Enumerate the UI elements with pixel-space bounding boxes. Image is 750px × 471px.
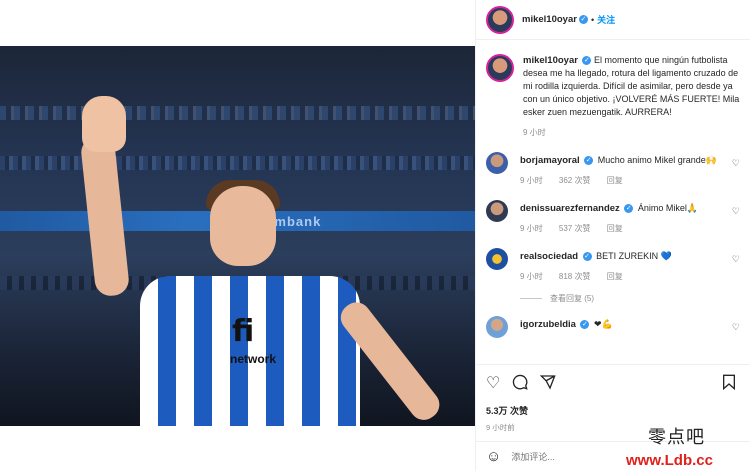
- comment-item: denissuarezfernandez ✓ Ánimo Mikel🙏 9 小时…: [486, 200, 740, 234]
- comment-likes[interactable]: 537 次赞: [559, 224, 591, 233]
- caption-meta: 9 小时: [523, 127, 745, 138]
- likes-count[interactable]: 5.3万 次赞: [486, 404, 740, 417]
- site-watermark: 零点吧 www.Ldb.cc: [626, 423, 750, 471]
- player-jersey: [140, 276, 360, 426]
- comment-time: 9 小时: [520, 272, 543, 281]
- commenter-avatar[interactable]: [486, 316, 508, 338]
- comment-username[interactable]: borjamayoral: [520, 155, 580, 166]
- view-replies-button[interactable]: 查看回复 (5): [520, 293, 740, 304]
- emoji-icon[interactable]: ☺: [486, 448, 501, 465]
- comment-item: igorzubeldia ✓ ❤💪 ♡: [486, 316, 740, 338]
- comments-list[interactable]: mikel10oyar ✓ El momento que ningún futb…: [476, 40, 750, 338]
- comment-likes[interactable]: 362 次赞: [559, 176, 591, 185]
- commenter-avatar[interactable]: [486, 200, 508, 222]
- commenter-avatar[interactable]: [486, 248, 508, 270]
- heart-icon[interactable]: ♡: [732, 206, 740, 217]
- header-dot: •: [590, 14, 595, 25]
- bookmark-icon[interactable]: [722, 374, 736, 394]
- comment-username[interactable]: realsociedad: [520, 251, 578, 262]
- comment-item: borjamayoral ✓ Mucho animo Mikel grande🙌…: [486, 152, 740, 186]
- post-header: mikel10oyar ✓ • 关注: [476, 0, 750, 40]
- post-caption: mikel10oyar ✓ El momento que ningún futb…: [486, 40, 740, 138]
- comment-text: BETI ZUREKIN 💙: [596, 251, 672, 261]
- caption-username[interactable]: mikel10oyar: [523, 55, 578, 66]
- action-icons: ♡: [486, 373, 740, 395]
- verified-icon: ✓: [580, 320, 590, 330]
- player-figure: fi network: [70, 86, 450, 426]
- verified-icon: ✓: [582, 252, 592, 262]
- verified-icon: ✓: [584, 156, 594, 166]
- waving-hand: [82, 96, 126, 152]
- caption-body: mikel10oyar ✓ El momento que ningún futb…: [523, 54, 745, 119]
- comment-text: ❤💪: [593, 319, 613, 329]
- verified-icon: ✓: [624, 204, 634, 214]
- share-icon[interactable]: [540, 374, 556, 394]
- comment-text: Mucho animo Mikel grande🙌: [597, 155, 717, 165]
- follow-button[interactable]: 关注: [597, 13, 615, 26]
- comment-icon[interactable]: [512, 374, 529, 394]
- heart-icon[interactable]: ♡: [732, 254, 740, 265]
- caption-time: 9 小时: [523, 128, 546, 137]
- view-replies-label[interactable]: 查看回复 (5): [550, 293, 594, 304]
- comment-time: 9 小时: [520, 224, 543, 233]
- replies-line: [520, 298, 542, 299]
- commenter-avatar[interactable]: [486, 152, 508, 174]
- comment-username[interactable]: igorzubeldia: [520, 319, 576, 330]
- raised-arm: [79, 134, 131, 298]
- post-panel: mikel10oyar ✓ • 关注 mikel10oyar ✓ El mome…: [475, 0, 750, 471]
- comment-likes[interactable]: 818 次赞: [559, 272, 591, 281]
- verified-icon: ✓: [582, 56, 592, 66]
- verified-icon: ✓: [578, 15, 588, 24]
- reply-button[interactable]: 回复: [607, 272, 623, 281]
- heart-icon[interactable]: ♡: [732, 158, 740, 169]
- jersey-sponsor-sub: network: [230, 352, 277, 366]
- comment-text: Ánimo Mikel🙏: [637, 203, 699, 213]
- reply-button[interactable]: 回复: [607, 176, 623, 185]
- author-avatar[interactable]: [486, 5, 514, 34]
- comment-time: 9 小时: [520, 176, 543, 185]
- watermark-chinese: 零点吧: [648, 427, 705, 448]
- heart-icon[interactable]: ♡: [732, 322, 740, 333]
- heart-icon[interactable]: ♡: [486, 376, 500, 392]
- comment-username[interactable]: denissuarezfernandez: [520, 203, 620, 214]
- post-media: Teambank fi network: [0, 0, 475, 471]
- post-photo[interactable]: Teambank fi network: [0, 46, 475, 426]
- author-username[interactable]: mikel10oyar: [522, 14, 577, 25]
- watermark-url: www.Ldb.cc: [626, 452, 713, 469]
- reply-button[interactable]: 回复: [607, 224, 623, 233]
- comment-item: realsociedad ✓ BETI ZUREKIN 💙 9 小时 818 次…: [486, 248, 740, 282]
- player-head: [210, 186, 276, 266]
- jersey-sponsor: fi: [232, 314, 255, 349]
- author-avatar[interactable]: [486, 54, 514, 82]
